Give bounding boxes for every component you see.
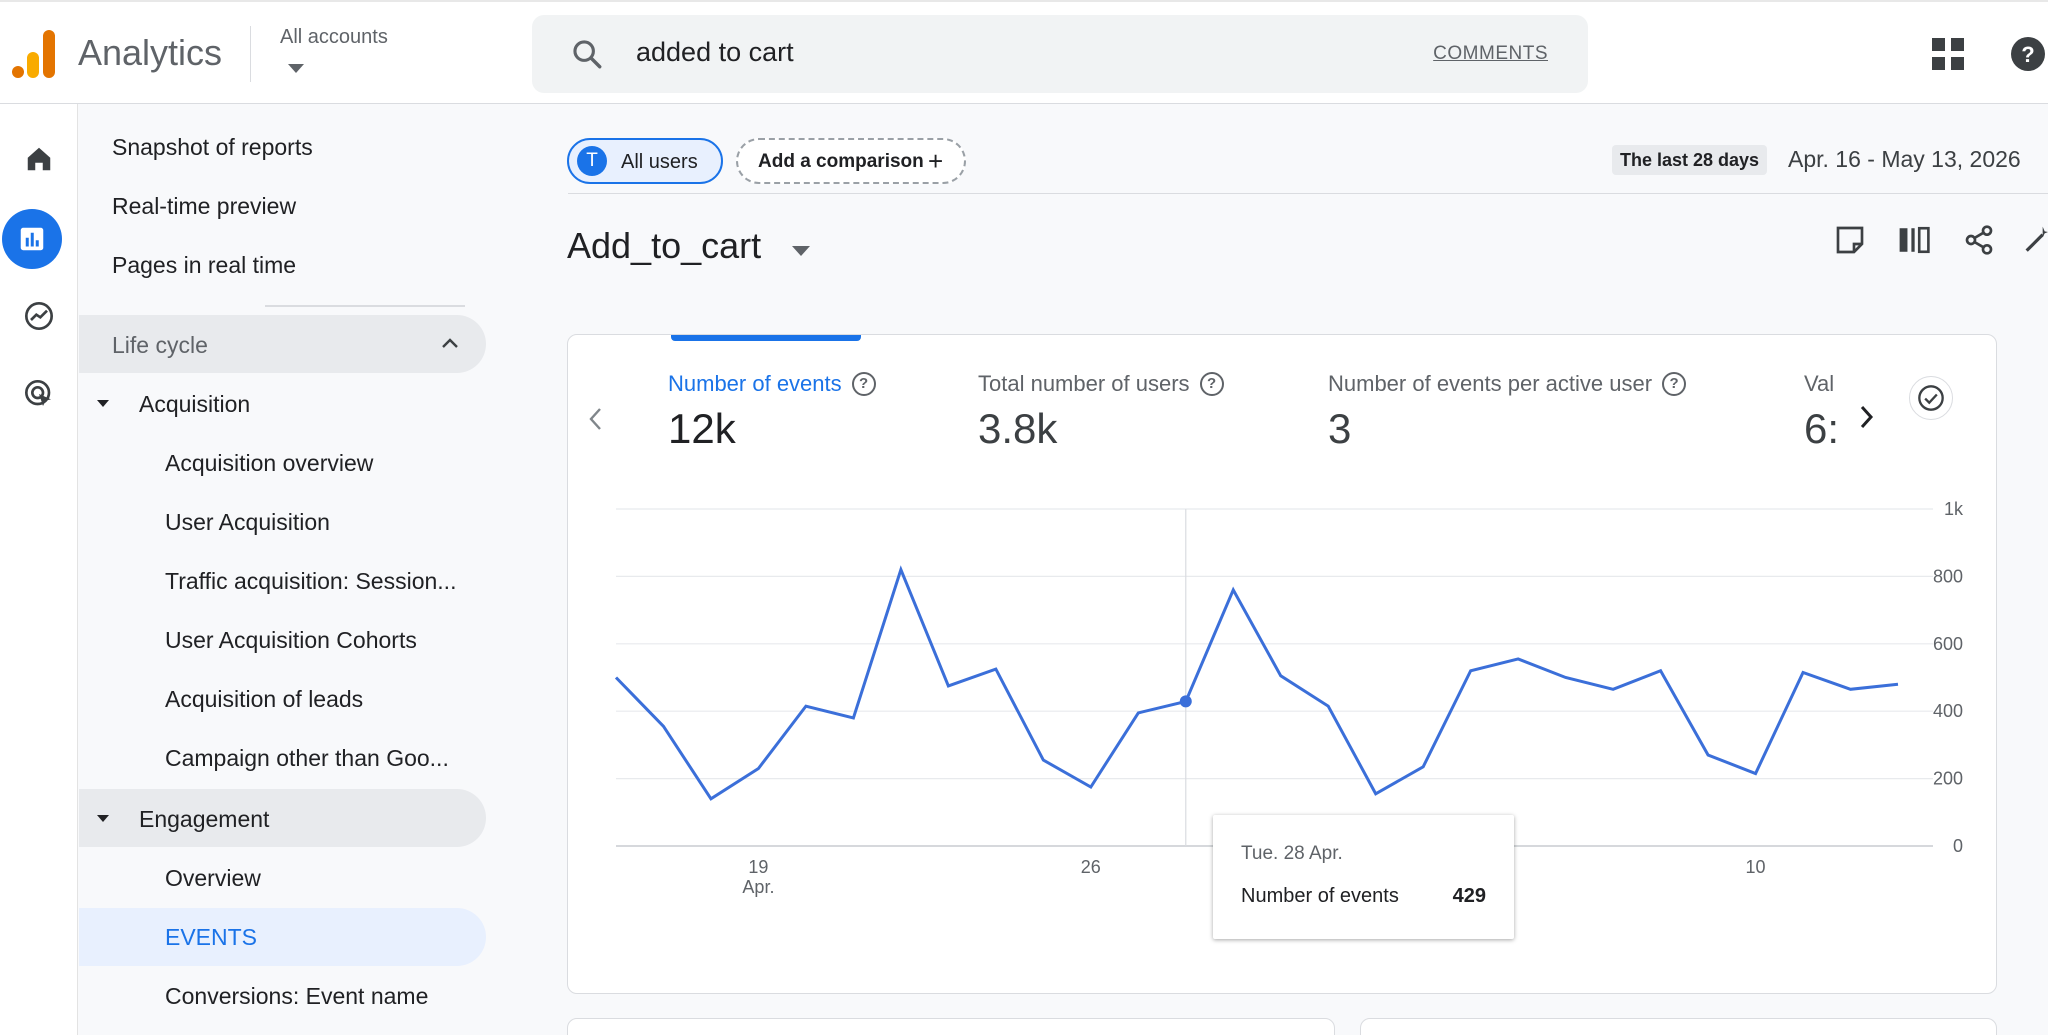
series-line — [614, 565, 1899, 801]
analytics-logo[interactable] — [10, 28, 56, 78]
left-rail — [0, 104, 78, 1035]
nav-item-pages-realtime[interactable]: Pages in real time — [112, 252, 296, 279]
caret-down-icon[interactable] — [97, 400, 109, 407]
y-tick-label: 0 — [1953, 836, 1963, 856]
nav-item-acquisition-leads[interactable]: Acquisition of leads — [165, 686, 363, 713]
nav-item-acquisition-overview[interactable]: Acquisition overview — [165, 450, 373, 477]
advertising-icon[interactable] — [14, 369, 64, 419]
compare-label: Add a comparison — [758, 151, 924, 172]
nav-item-realtime[interactable]: Real-time preview — [112, 193, 296, 220]
x-tick-label: Apr. — [742, 877, 774, 897]
home-icon[interactable] — [14, 134, 64, 184]
nav-item-events[interactable]: EVENTS — [165, 924, 257, 951]
annotation-icon[interactable] — [1834, 224, 1866, 261]
nav-item-acquisition[interactable]: Acquisition — [139, 391, 250, 418]
explore-icon[interactable] — [14, 291, 64, 341]
help-icon[interactable]: ? — [2010, 36, 2046, 77]
avatar: T — [577, 146, 607, 176]
share-icon[interactable] — [1963, 224, 1995, 261]
nav-item-campaign[interactable]: Campaign other than Goo... — [165, 745, 449, 772]
nav-item-traffic-acquisition[interactable]: Traffic acquisition: Session... — [165, 568, 456, 595]
accounts-selector[interactable]: All accounts — [280, 26, 388, 49]
divider — [250, 26, 251, 82]
top-bar: Analytics All accounts added to cart COM… — [0, 0, 2048, 104]
nav-section-label: Life cycle — [112, 332, 208, 358]
chevron-up-icon[interactable] — [440, 336, 460, 355]
tooltip-value: 429 — [1452, 885, 1486, 907]
nav-item-overview[interactable]: Overview — [165, 865, 261, 892]
date-range-selector[interactable]: Apr. 16 - May 13, 2026 — [1788, 146, 2021, 173]
apps-grid-icon[interactable] — [1932, 38, 1964, 75]
bottom-card-left — [567, 1018, 1335, 1035]
search-icon[interactable] — [570, 37, 604, 76]
y-tick-label: 1k — [1944, 499, 1964, 519]
add-comparison-button[interactable]: Add a comparison + — [736, 138, 966, 184]
nav-item-events-bg — [79, 908, 486, 966]
y-tick-label: 600 — [1933, 634, 1963, 654]
data-point — [1179, 695, 1192, 708]
y-tick-label: 400 — [1933, 701, 1963, 721]
page-title[interactable]: Add_to_cart — [567, 225, 761, 267]
search-bar[interactable]: added to cart COMMENTS — [532, 15, 1588, 93]
all-users-chip[interactable]: T All users — [567, 138, 723, 184]
comments-link[interactable]: COMMENTS — [1433, 43, 1548, 65]
nav-divider — [265, 305, 465, 307]
svg-text:?: ? — [2021, 42, 2034, 67]
tooltip-date: Tue. 28 Apr. — [1241, 843, 1343, 864]
nav-item-snapshot[interactable]: Snapshot of reports — [112, 134, 313, 161]
nav-item-acquisition-cohorts[interactable]: User Acquisition Cohorts — [165, 627, 417, 654]
y-tick-label: 800 — [1933, 566, 1963, 586]
caret-down-icon[interactable] — [792, 246, 810, 256]
y-tick-label: 200 — [1933, 769, 1963, 789]
x-tick-label: 19 — [748, 857, 768, 877]
date-preset-badge[interactable]: The last 28 days — [1612, 145, 1768, 175]
nav-item-user-acquisition[interactable]: User Acquisition — [165, 509, 330, 536]
nav-item-conversions[interactable]: Conversions: Event name — [165, 983, 428, 1010]
app-title: Analytics — [78, 32, 223, 73]
bottom-card-right — [1360, 1018, 1997, 1035]
x-tick-label: 26 — [1081, 857, 1101, 877]
caret-down-icon[interactable] — [288, 64, 304, 73]
caret-down-icon[interactable] — [97, 815, 109, 822]
plus-icon: + — [928, 146, 944, 176]
search-input[interactable]: added to cart — [636, 37, 794, 68]
reports-icon[interactable] — [2, 209, 62, 269]
tooltip-label: Number of events — [1241, 885, 1399, 907]
compare-icon[interactable] — [1897, 224, 1931, 261]
chart-tooltip: Tue. 28 Apr. Number of events 429 — [1213, 815, 1514, 939]
header-divider — [568, 193, 2048, 194]
insights-icon[interactable] — [2024, 224, 2048, 261]
x-tick-label: 10 — [1746, 857, 1766, 877]
chip-label: All users — [621, 151, 698, 173]
nav-item-engagement[interactable]: Engagement — [139, 806, 269, 833]
